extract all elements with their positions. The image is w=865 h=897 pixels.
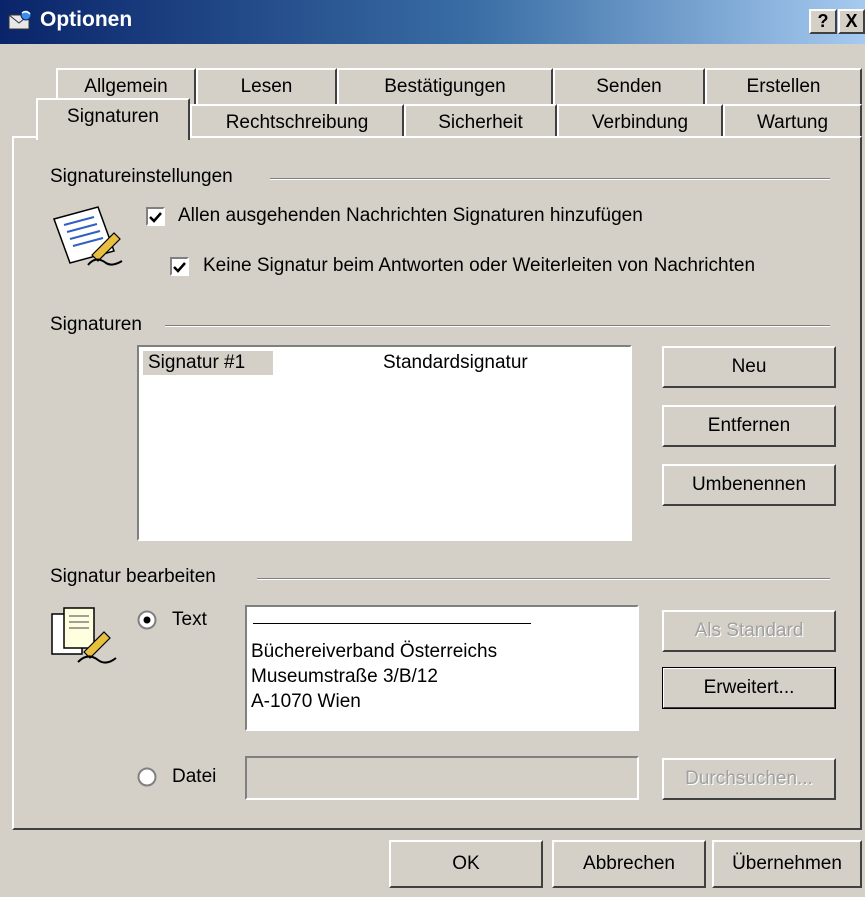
- checkmark-icon: [173, 262, 186, 273]
- new-signature-button[interactable]: Neu: [662, 346, 836, 388]
- title-bar[interactable]: Optionen ? X: [0, 0, 865, 44]
- tab-lesen[interactable]: Lesen: [196, 68, 337, 104]
- signature-text-line: A-1070 Wien: [251, 691, 361, 712]
- browse-button[interactable]: Durchsuchen...: [662, 758, 836, 800]
- tab-senden[interactable]: Senden: [553, 68, 705, 104]
- tab-sicherheit[interactable]: Sicherheit: [404, 104, 557, 140]
- tab-wartung[interactable]: Wartung: [723, 104, 862, 140]
- apply-button[interactable]: Übernehmen: [712, 840, 862, 888]
- section-divider: [270, 178, 830, 180]
- checkmark-icon: [149, 212, 162, 223]
- file-radio-label[interactable]: Datei: [172, 766, 216, 788]
- section-divider: [165, 325, 830, 327]
- signature-text-line: Museumstraße 3/B/12: [251, 666, 438, 687]
- signature-settings-heading: Signatureinstellungen: [50, 166, 243, 188]
- section-divider: [257, 578, 830, 580]
- advanced-button[interactable]: Erweitert...: [662, 667, 836, 709]
- no-signature-reply-checkbox[interactable]: [170, 257, 189, 276]
- help-button[interactable]: ?: [809, 9, 837, 34]
- rename-signature-button[interactable]: Umbenennen: [662, 464, 836, 506]
- cancel-button[interactable]: Abbrechen: [552, 840, 706, 888]
- outlook-express-icon: [8, 9, 32, 30]
- tab-signaturen[interactable]: Signaturen: [36, 98, 190, 140]
- edit-signature-icon: [51, 607, 117, 664]
- tab-erstellen[interactable]: Erstellen: [705, 68, 862, 104]
- close-button[interactable]: X: [838, 9, 865, 34]
- signature-settings-icon: [53, 206, 123, 266]
- window-title: Optionen: [40, 8, 133, 31]
- add-signature-all-label[interactable]: Allen ausgehenden Nachrichten Signaturen…: [178, 205, 643, 227]
- add-signature-all-checkbox[interactable]: [146, 207, 165, 226]
- tab-bestaetigungen[interactable]: Bestätigungen: [337, 68, 553, 104]
- no-signature-reply-label[interactable]: Keine Signatur beim Antworten oder Weite…: [203, 255, 755, 277]
- tab-verbindung[interactable]: Verbindung: [557, 104, 723, 140]
- signature-text-line: Büchereiverband Österreichs: [251, 641, 498, 662]
- signature-list[interactable]: Signatur #1 Standardsignatur: [137, 345, 632, 541]
- edit-signature-heading: Signatur bearbeiten: [50, 566, 226, 588]
- text-radio[interactable]: [137, 610, 157, 630]
- remove-signature-button[interactable]: Entfernen: [662, 405, 836, 447]
- list-item[interactable]: Signatur #1: [143, 351, 273, 375]
- text-radio-label[interactable]: Text: [172, 609, 207, 631]
- signature-default-note: Standardsignatur: [383, 352, 528, 373]
- signature-rule: [253, 623, 531, 624]
- set-default-button[interactable]: Als Standard: [662, 610, 836, 652]
- file-radio[interactable]: [137, 767, 157, 787]
- file-path-input[interactable]: [245, 756, 639, 800]
- signatures-heading: Signaturen: [50, 314, 152, 336]
- tab-rechtschreibung[interactable]: Rechtschreibung: [190, 104, 404, 140]
- ok-button[interactable]: OK: [389, 840, 543, 888]
- signature-text-area[interactable]: Büchereiverband Österreichs Museumstraße…: [245, 605, 639, 731]
